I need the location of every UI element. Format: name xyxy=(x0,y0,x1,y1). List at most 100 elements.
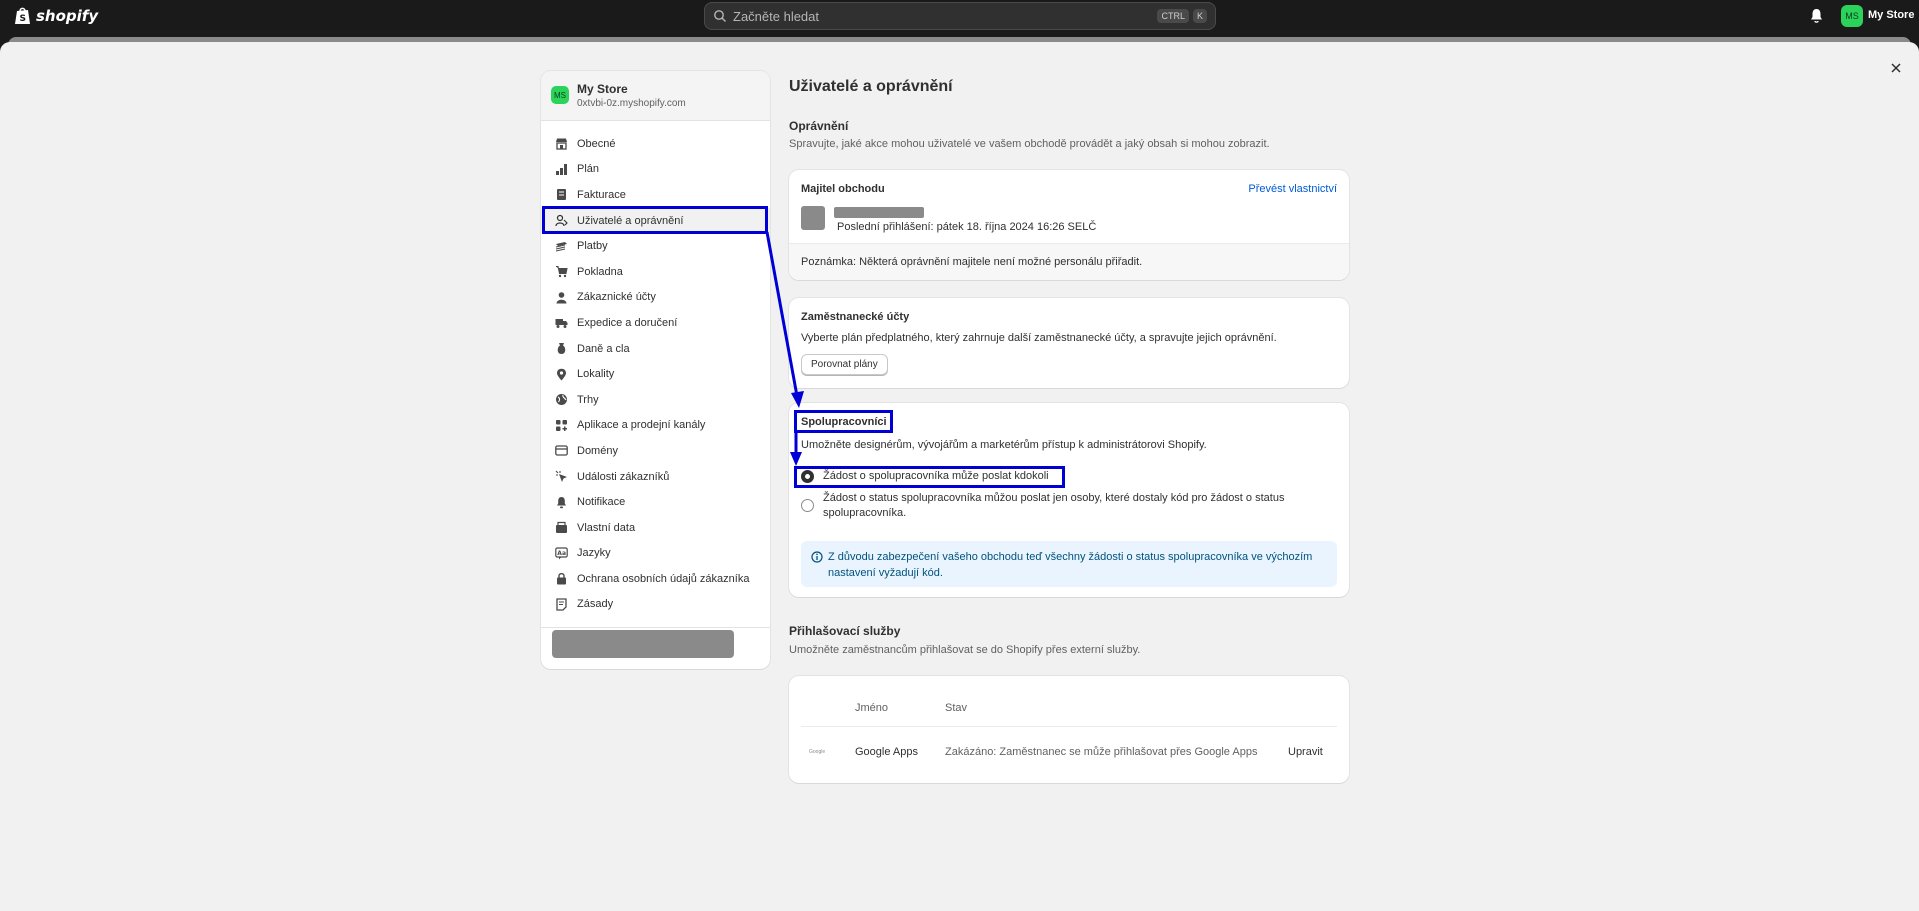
owner-card: Majitel obchodu Převést vlastnictví Posl… xyxy=(789,170,1349,280)
annotation-box-users xyxy=(542,206,768,234)
sidebar-item-label: Expedice a doručení xyxy=(577,316,678,329)
radio-option-code[interactable]: Žádost o status spolupracovníka můžou po… xyxy=(801,491,1284,521)
compare-plans-button[interactable]: Porovnat plány xyxy=(801,354,888,375)
login-services-title: Přihlašovací služby xyxy=(789,624,901,638)
tax-icon xyxy=(557,343,566,355)
sidebar-item-locations[interactable]: Lokality xyxy=(541,361,770,387)
sidebar-item-label: Platby xyxy=(577,240,608,253)
domain-icon xyxy=(555,445,568,457)
service-status: Zakázáno: Zaměstnanec se může přihlašova… xyxy=(945,746,1258,758)
events-icon xyxy=(555,470,567,483)
sidebar-item-label: Fakturace xyxy=(577,188,626,201)
sidebar-item-markets[interactable]: Trhy xyxy=(541,387,770,413)
sidebar-item-languages[interactable]: Aa Jazyky xyxy=(541,541,770,567)
store-name-top[interactable]: My Store xyxy=(1868,9,1914,21)
plan-icon xyxy=(556,163,567,175)
sidebar-item-label: Notifikace xyxy=(577,496,626,509)
bell-icon xyxy=(557,496,566,508)
sidebar-item-label: Obecné xyxy=(577,137,616,150)
sidebar-item-customer-accounts[interactable]: Zákaznické účty xyxy=(541,285,770,311)
settings-sidebar: MS My Store 0xtvbi-0z.myshopify.com Obec… xyxy=(541,71,770,669)
shopify-bag-icon: S xyxy=(15,7,30,24)
owner-title: Majitel obchodu xyxy=(801,183,885,195)
sidebar-item-taxes[interactable]: Daně a cla xyxy=(541,336,770,362)
sidebar-item-payments[interactable]: Platby xyxy=(541,233,770,259)
sidebar-item-shipping[interactable]: Expedice a doručení xyxy=(541,310,770,336)
sidebar-item-general[interactable]: Obecné xyxy=(541,131,770,157)
store-avatar: MS xyxy=(551,86,569,104)
store-name: My Store xyxy=(577,82,628,96)
svg-text:Aa: Aa xyxy=(557,550,566,557)
payments-icon xyxy=(555,241,567,252)
sidebar-item-privacy[interactable]: Ochrana osobních údajů zákazníka xyxy=(541,566,770,592)
info-text-cont: nastavení vyžadují kód. xyxy=(828,567,943,579)
staff-card: Zaměstnanecké účty Vyberte plán předplat… xyxy=(789,298,1349,388)
transfer-ownership-link[interactable]: Převést vlastnictví xyxy=(1248,183,1337,195)
store-header[interactable]: MS My Store 0xtvbi-0z.myshopify.com xyxy=(541,71,770,121)
person-icon xyxy=(556,292,567,304)
billing-icon xyxy=(557,189,566,201)
sidebar-item-label: Zásady xyxy=(577,598,614,611)
search-icon xyxy=(714,10,726,22)
sidebar-item-label: Lokality xyxy=(577,368,615,381)
store-icon xyxy=(556,138,567,150)
sidebar-item-checkout[interactable]: Pokladna xyxy=(541,259,770,285)
top-bar: S shopify Začněte hledat CTRL K MS My St… xyxy=(0,0,1919,32)
avatar[interactable]: MS xyxy=(1841,5,1863,27)
kbd-k: K xyxy=(1192,9,1207,23)
sidebar-item-label: Aplikace a prodejní kanály xyxy=(577,419,706,432)
annotation-box-collaborators xyxy=(794,410,893,433)
language-icon: Aa xyxy=(555,547,568,560)
service-name: Google Apps xyxy=(855,746,918,758)
google-logo: Google xyxy=(809,749,826,755)
sidebar-item-notifications[interactable]: Notifikace xyxy=(541,489,770,515)
radio-label-cont: spolupracovníka. xyxy=(823,507,907,519)
sidebar-item-customer-events[interactable]: Události zákazníků xyxy=(541,464,770,490)
logo-text: shopify xyxy=(36,6,99,25)
owner-name-redacted xyxy=(834,207,924,218)
radio-button[interactable] xyxy=(801,499,814,512)
owner-avatar xyxy=(801,206,825,230)
login-services-desc: Umožněte zaměstnancům přihlašovat se do … xyxy=(789,644,1141,656)
sidebar-item-label: Události zákazníků xyxy=(577,470,670,483)
bell-icon[interactable] xyxy=(1808,7,1825,24)
location-icon xyxy=(557,368,566,381)
apps-icon xyxy=(556,419,567,431)
sidebar-item-label: Domény xyxy=(577,444,618,457)
permissions-title: Oprávnění xyxy=(789,119,849,133)
sidebar-item-custom-data[interactable]: Vlastní data xyxy=(541,515,770,541)
shopify-logo[interactable]: S shopify xyxy=(14,6,98,25)
column-header-status: Stav xyxy=(945,702,968,714)
info-icon xyxy=(811,551,823,563)
sidebar-item-label: Pokladna xyxy=(577,265,623,278)
edit-link[interactable]: Upravit xyxy=(1288,746,1323,758)
settings-nav: Obecné Plán Fakturace Uživatelé a oprávn… xyxy=(541,121,770,617)
info-text: Z důvodu zabezpečení vašeho obchodu teď … xyxy=(828,551,1313,563)
staff-desc: Vyberte plán předplatného, který zahrnuj… xyxy=(801,332,1277,344)
column-header-name: Jméno xyxy=(855,702,889,714)
cart-icon xyxy=(556,266,568,278)
sidebar-item-domains[interactable]: Domény xyxy=(541,438,770,464)
collaborators-desc: Umožněte designérům, vývojářům a marketé… xyxy=(801,439,1207,451)
search-input[interactable]: Začněte hledat CTRL K xyxy=(704,2,1216,30)
staff-title: Zaměstnanecké účty xyxy=(801,311,910,323)
sidebar-item-label: Vlastní data xyxy=(577,521,636,534)
close-button[interactable] xyxy=(1883,55,1909,81)
policy-icon xyxy=(556,598,567,611)
sidebar-item-policies[interactable]: Zásady xyxy=(541,592,770,618)
sidebar-item-label: Ochrana osobních údajů zákazníka xyxy=(577,572,750,585)
sidebar-item-billing[interactable]: Fakturace xyxy=(541,182,770,208)
kbd-ctrl: CTRL xyxy=(1157,9,1189,23)
sidebar-item-apps[interactable]: Aplikace a prodejní kanály xyxy=(541,413,770,439)
sidebar-item-label: Jazyky xyxy=(577,547,611,560)
row-divider xyxy=(801,726,1337,727)
sidebar-item-label: Zákaznické účty xyxy=(577,291,656,304)
sidebar-item-plan[interactable]: Plán xyxy=(541,157,770,183)
truck-icon xyxy=(555,319,568,329)
permissions-desc: Spravujte, jaké akce mohou uživatelé ve … xyxy=(789,138,1270,150)
annotation-box-option xyxy=(794,466,1065,488)
sidebar-item-label: Trhy xyxy=(577,393,599,406)
sidebar-item-label: Daně a cla xyxy=(577,342,630,355)
svg-text:S: S xyxy=(20,14,26,24)
redacted-button[interactable] xyxy=(552,630,734,658)
